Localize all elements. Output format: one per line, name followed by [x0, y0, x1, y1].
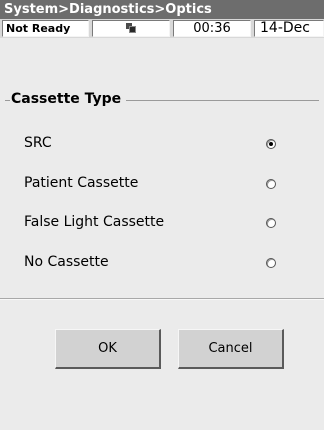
cassette-type-group-title: Cassette Type — [10, 91, 127, 107]
window-title: System>Diagnostics>Optics — [0, 0, 324, 19]
radio-false-light-cassette[interactable] — [266, 218, 276, 228]
ok-button[interactable]: OK — [55, 329, 161, 369]
cancel-button[interactable]: Cancel — [178, 329, 284, 369]
clock-date: 14-Dec — [254, 20, 324, 37]
status-indicator: Not Ready — [2, 20, 89, 37]
network-icon — [126, 23, 136, 33]
radio-src[interactable] — [266, 139, 276, 149]
network-status-cell — [92, 20, 170, 37]
clock-time: 00:36 — [173, 20, 251, 37]
section-divider — [0, 298, 324, 300]
option-label-no-cassette[interactable]: No Cassette — [24, 253, 109, 271]
radio-patient-cassette[interactable] — [266, 179, 276, 189]
option-label-patient-cassette[interactable]: Patient Cassette — [24, 174, 138, 192]
status-bar: Not Ready 00:36 14-Dec — [0, 19, 324, 38]
radio-no-cassette[interactable] — [266, 258, 276, 268]
option-label-false-light-cassette[interactable]: False Light Cassette — [24, 213, 164, 231]
option-label-src[interactable]: SRC — [24, 134, 52, 152]
